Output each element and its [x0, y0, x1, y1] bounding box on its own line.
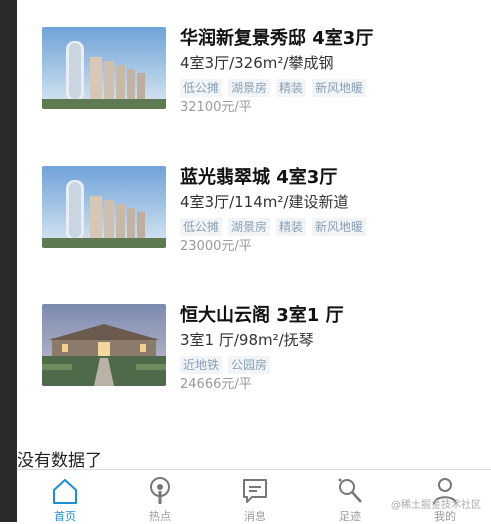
end-of-list-message: 没有数据了 — [17, 451, 102, 471]
hot-icon — [120, 476, 200, 506]
listing-thumbnail — [42, 166, 166, 248]
home-icon — [25, 476, 105, 506]
tag: 精装 — [276, 79, 307, 97]
listing-price: 24666元/平 — [180, 377, 252, 392]
listing-title: 蓝光翡翠城 4室3厅 — [180, 167, 338, 188]
tab-message[interactable]: 消息 — [215, 476, 295, 524]
listing-price: 23000元/平 — [180, 239, 252, 254]
tag: 湖景房 — [228, 218, 271, 236]
tag: 低公摊 — [180, 79, 223, 97]
listing-tags: 低公摊 湖景房 精装 新风地暖 — [180, 216, 482, 236]
tag: 近地铁 — [180, 356, 223, 374]
listing-thumbnail — [42, 27, 166, 109]
tab-footprint[interactable]: 足迹 — [310, 476, 390, 524]
message-icon — [215, 476, 295, 506]
listing-title: 恒大山云阁 3室1 厅 — [180, 305, 344, 326]
listing-price: 32100元/平 — [180, 100, 252, 115]
listing-item[interactable]: 华润新复景秀邸 4室3厅 4室3厅/326m²/攀成钢 低公摊 湖景房 精装 新风地暖… — [42, 27, 482, 127]
listing-tags: 低公摊 湖景房 精装 新风地暖 — [180, 77, 482, 97]
tag: 新风地暖 — [312, 218, 367, 236]
tab-home[interactable]: 首页 — [25, 476, 105, 524]
listing-item[interactable]: 恒大山云阁 3室1 厅 3室1 厅/98m²/抚琴 近地铁 公园房 24666元/… — [42, 304, 482, 404]
watermark: @稀土掘金技术社区 — [391, 500, 481, 511]
tag: 湖景房 — [228, 79, 271, 97]
tag: 精装 — [276, 218, 307, 236]
tab-hot[interactable]: 热点 — [120, 476, 200, 524]
listing-description: 4室3厅/326m²/攀成钢 — [180, 54, 334, 72]
listing-thumbnail — [42, 304, 166, 386]
tag: 新风地暖 — [312, 79, 367, 97]
tag: 公园房 — [228, 356, 271, 374]
listing-title: 华润新复景秀邸 4室3厅 — [180, 28, 374, 49]
listing-item[interactable]: 蓝光翡翠城 4室3厅 4室3厅/114m²/建设新道 低公摊 湖景房 精装 新风地暖 … — [42, 166, 482, 266]
footprint-icon — [310, 476, 390, 506]
tag: 低公摊 — [180, 218, 223, 236]
left-edge-bar — [0, 0, 17, 522]
listing-tags: 近地铁 公园房 — [180, 354, 482, 374]
listing-description: 3室1 厅/98m²/抚琴 — [180, 331, 314, 349]
listing-description: 4室3厅/114m²/建设新道 — [180, 193, 349, 211]
